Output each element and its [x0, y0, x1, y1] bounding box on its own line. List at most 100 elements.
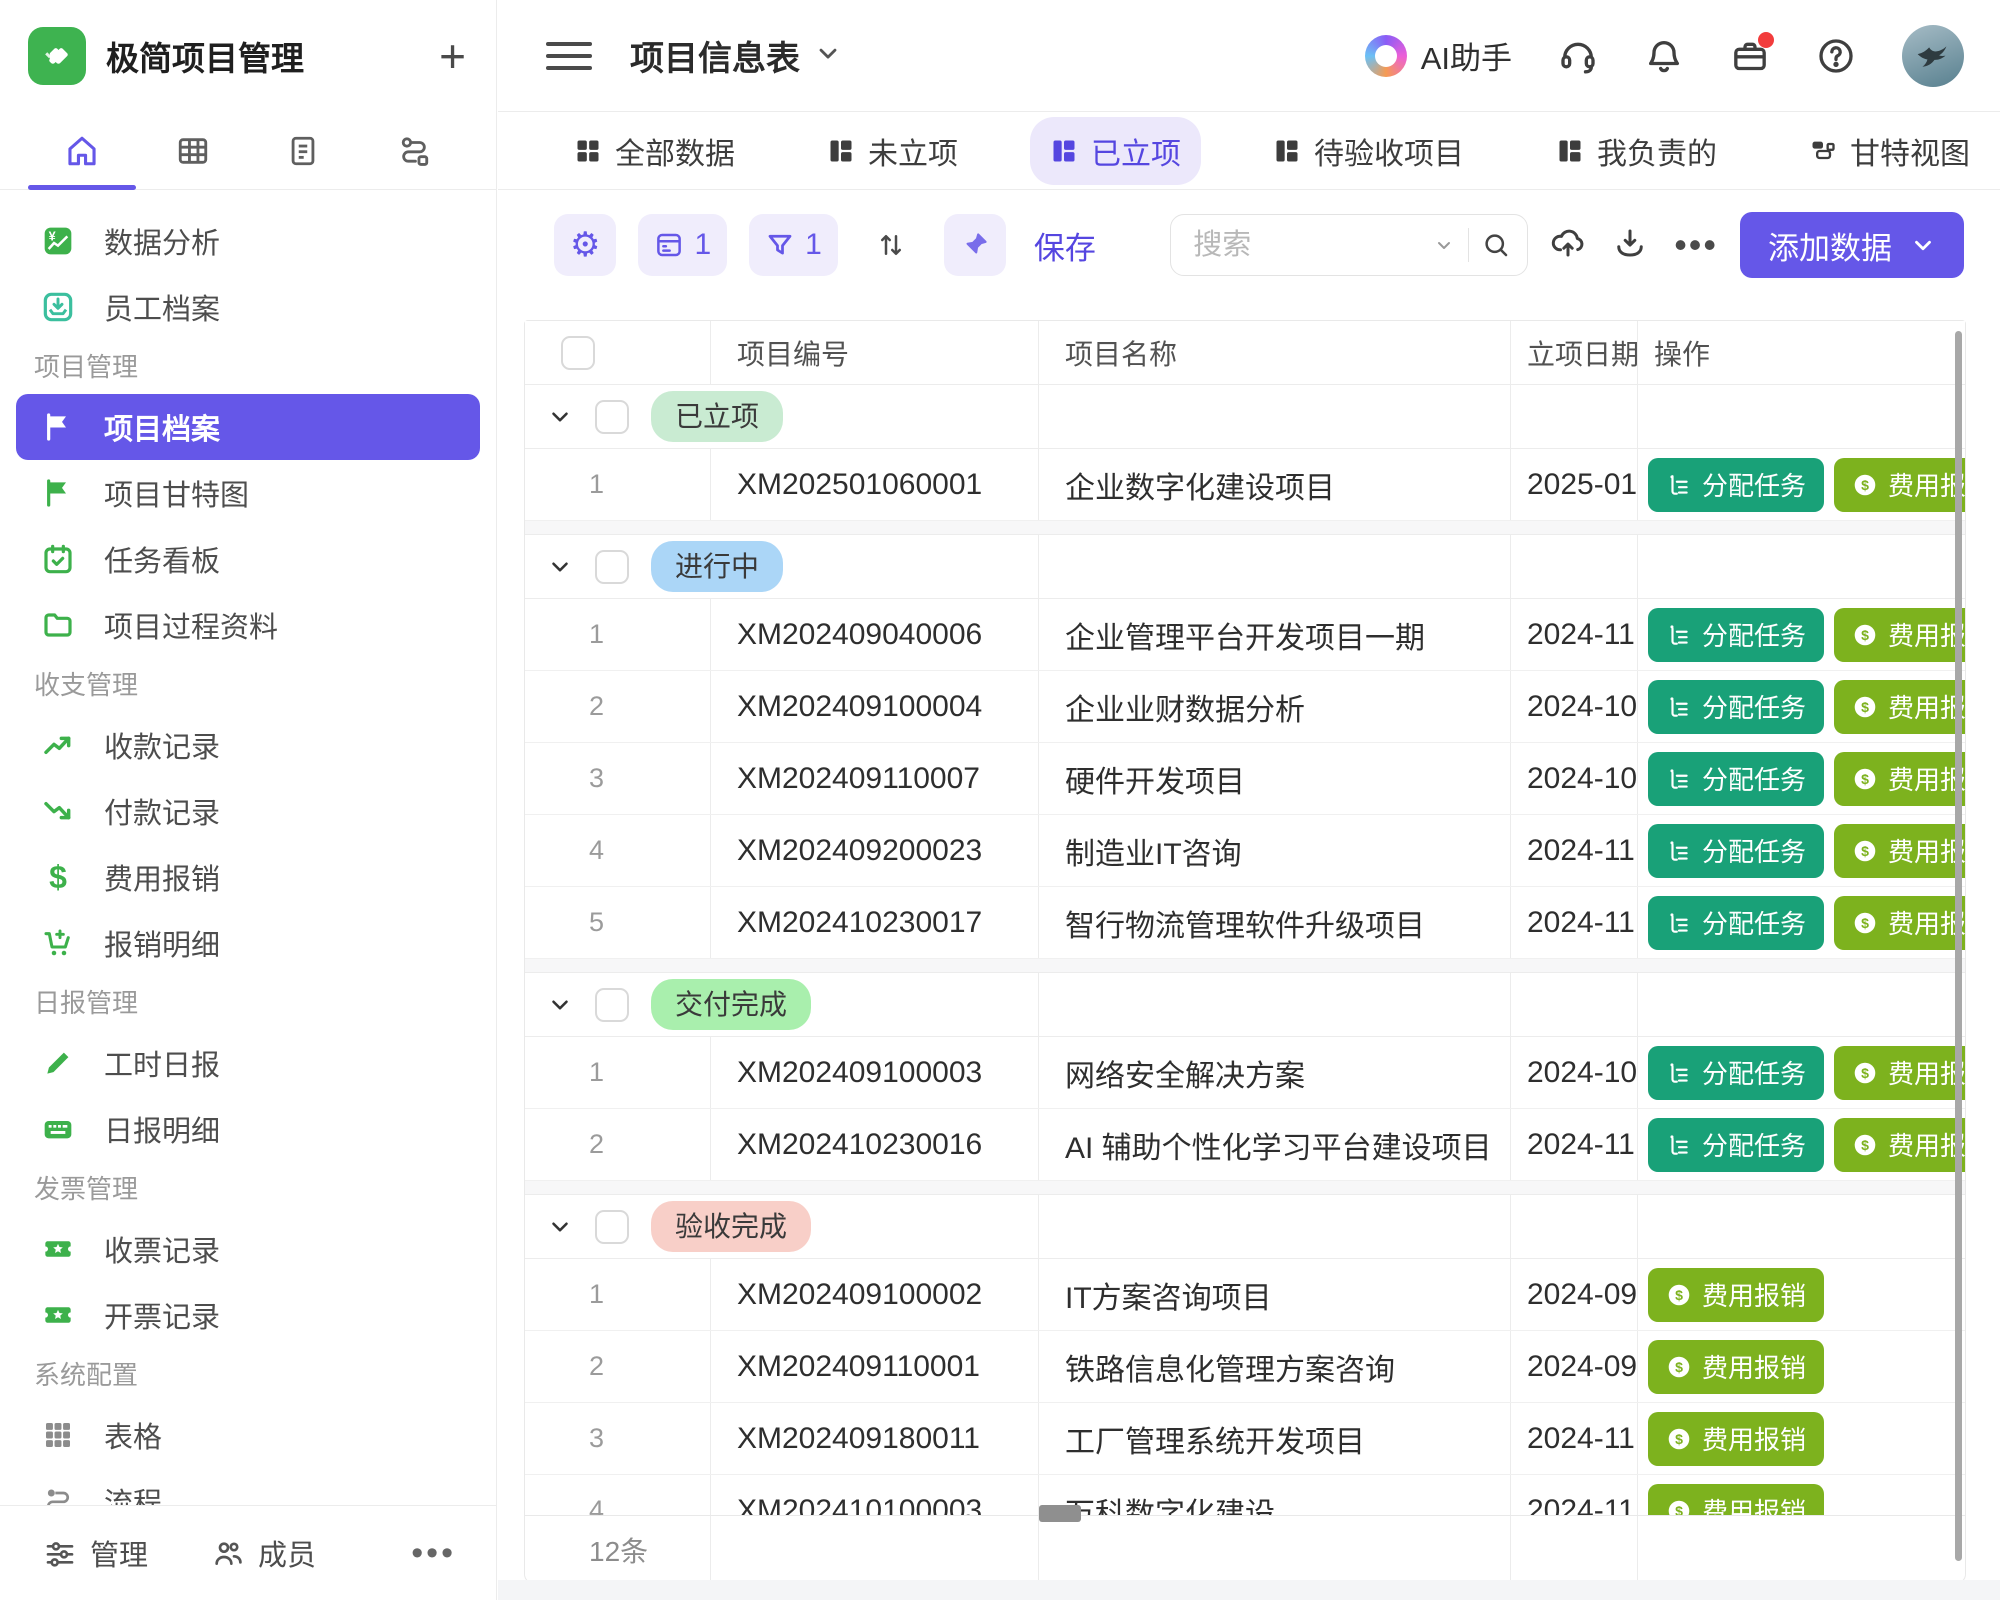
members-button[interactable]: 成员 [212, 1532, 316, 1574]
view-tab-pending-acceptance[interactable]: 待验收项目 [1253, 117, 1484, 185]
group-checkbox[interactable] [595, 988, 629, 1022]
assign-task-button[interactable]: 分配任务 [1648, 896, 1824, 950]
vertical-scrollbar[interactable] [1955, 331, 1962, 1561]
help-icon[interactable] [1816, 36, 1856, 76]
view-tab-all-data[interactable]: 全部数据 [554, 117, 755, 185]
sidebar-item-label: 费用报销 [104, 856, 220, 898]
table-row[interactable]: 2 XM202410230016 AI 辅助个性化学习平台建设项目 2024-1… [525, 1109, 1965, 1181]
view-tab-gantt[interactable]: 甘特视图 [1789, 117, 1990, 185]
sidebar-item-reimbursement-details[interactable]: 报销明细 [16, 910, 480, 976]
group-checkbox[interactable] [595, 550, 629, 584]
group-header-row: 已立项 [525, 385, 1965, 449]
table-row[interactable]: 3 XM202409180011 工厂管理系统开发项目 2024-11 $费用报… [525, 1403, 1965, 1475]
manage-button[interactable]: 管理 [44, 1532, 148, 1574]
assign-task-button[interactable]: 分配任务 [1648, 1118, 1824, 1172]
table-row[interactable]: 4 XM202410100003 万科数字化建设 2024-11 $费用报销 [525, 1475, 1965, 1515]
notifications-bell-icon[interactable] [1644, 36, 1684, 76]
table-row[interactable]: 1 XM202501060001 企业数字化建设项目 2025-01 分配任务 … [525, 449, 1965, 521]
assign-task-button[interactable]: 分配任务 [1648, 680, 1824, 734]
table-row[interactable]: 1 XM202409100003 网络安全解决方案 2024-10 分配任务 $… [525, 1037, 1965, 1109]
tab-documents[interactable] [283, 131, 323, 171]
sidebar-item-project-gantt[interactable]: 项目甘特图 [16, 460, 480, 526]
sidebar-item-daily-report-details[interactable]: 日报明细 [16, 1096, 480, 1162]
sidebar-item-employee-files[interactable]: 员工档案 [16, 274, 480, 340]
collapse-chevron-icon[interactable] [547, 1214, 573, 1240]
expense-button[interactable]: $费用报销 [1648, 1268, 1824, 1322]
sidebar-item-label: 表格 [104, 1414, 162, 1456]
table-row[interactable]: 1 XM202409040006 企业管理平台开发项目一期 2024-11 分配… [525, 599, 1965, 671]
expense-button[interactable]: $费用报销 [1834, 896, 1965, 950]
group-checkbox[interactable] [595, 1210, 629, 1244]
sidebar-item-expense-reimbursement[interactable]: $ 费用报销 [16, 844, 480, 910]
table-row[interactable]: 2 XM202409110001 铁路信息化管理方案咨询 2024-09 $费用… [525, 1331, 1965, 1403]
expense-button[interactable]: $费用报销 [1834, 824, 1965, 878]
expense-label: 费用报销 [1888, 1054, 1965, 1091]
expense-button[interactable]: $费用报销 [1648, 1484, 1824, 1516]
sidebar-more-icon[interactable]: ••• [411, 1534, 456, 1573]
assign-task-button[interactable]: 分配任务 [1648, 1046, 1824, 1100]
save-button[interactable]: 保存 [1034, 223, 1096, 268]
settings-button[interactable]: ⚙ [554, 214, 616, 276]
export-download-icon[interactable] [1612, 225, 1652, 265]
search-input[interactable] [1193, 229, 1420, 262]
sidebar-item-timesheet-daily[interactable]: 工时日报 [16, 1030, 480, 1096]
field-config-button[interactable]: 1 [638, 214, 727, 276]
collapse-chevron-icon[interactable] [547, 992, 573, 1018]
expense-button[interactable]: $费用报销 [1834, 1118, 1965, 1172]
sidebar-item-workflow[interactable]: 流程 [16, 1468, 480, 1505]
table-row[interactable]: 2 XM202409100004 企业业财数据分析 2024-10 分配任务 $… [525, 671, 1965, 743]
table-row[interactable]: 5 XM202410230017 智行物流管理软件升级项目 2024-11 分配… [525, 887, 1965, 959]
sidebar-item-receipts[interactable]: 收款记录 [16, 712, 480, 778]
expense-button[interactable]: $费用报销 [1834, 752, 1965, 806]
more-actions-icon[interactable]: ••• [1674, 224, 1718, 266]
view-tab-my-responsibility[interactable]: 我负责的 [1536, 117, 1737, 185]
sidebar-item-tables[interactable]: 表格 [16, 1402, 480, 1468]
expense-button[interactable]: $费用报销 [1834, 680, 1965, 734]
select-all-checkbox[interactable] [561, 336, 595, 370]
pin-button[interactable] [944, 214, 1006, 276]
table-row[interactable]: 4 XM202409200023 制造业IT咨询 2024-11 分配任务 $费… [525, 815, 1965, 887]
tab-workflow[interactable] [394, 131, 434, 171]
project-name: 硬件开发项目 [1039, 743, 1511, 814]
expense-button[interactable]: $费用报销 [1834, 458, 1965, 512]
add-workspace-icon[interactable]: + [439, 33, 466, 79]
headset-support-icon[interactable] [1558, 36, 1598, 76]
group-checkbox[interactable] [595, 400, 629, 434]
sidebar-item-invoice-issued[interactable]: 开票记录 [16, 1282, 480, 1348]
title-chevron-down-icon[interactable] [814, 39, 842, 72]
expense-button[interactable]: $费用报销 [1834, 608, 1965, 662]
sidebar-item-data-analysis[interactable]: ¥ 数据分析 [16, 208, 480, 274]
tab-home[interactable] [62, 131, 102, 171]
assign-task-button[interactable]: 分配任务 [1648, 608, 1824, 662]
assign-task-button[interactable]: 分配任务 [1648, 824, 1824, 878]
search-icon[interactable] [1481, 230, 1511, 260]
add-data-button[interactable]: 添加数据 [1740, 212, 1964, 278]
table-row[interactable]: 3 XM202409110007 硬件开发项目 2024-10 分配任务 $费用… [525, 743, 1965, 815]
sidebar-item-task-board[interactable]: 任务看板 [16, 526, 480, 592]
sidebar-item-project-process-docs[interactable]: 项目过程资料 [16, 592, 480, 658]
collapse-chevron-icon[interactable] [547, 554, 573, 580]
assign-task-button[interactable]: 分配任务 [1648, 752, 1824, 806]
expense-button[interactable]: $费用报销 [1648, 1412, 1824, 1466]
tab-tables[interactable] [173, 131, 213, 171]
sidebar-item-project-files[interactable]: 项目档案 [16, 394, 480, 460]
table-row[interactable]: 1 XM202409100002 IT方案咨询项目 2024-09 $费用报销 [525, 1259, 1965, 1331]
menu-icon[interactable] [546, 39, 592, 73]
user-avatar[interactable] [1902, 25, 1964, 87]
expense-button[interactable]: $费用报销 [1648, 1340, 1824, 1394]
ai-assistant-button[interactable]: AI助手 [1365, 33, 1512, 78]
collapse-chevron-icon[interactable] [547, 404, 573, 430]
assign-task-button[interactable]: 分配任务 [1648, 458, 1824, 512]
sidebar-item-payments[interactable]: 付款记录 [16, 778, 480, 844]
sidebar-item-invoice-received[interactable]: 收票记录 [16, 1216, 480, 1282]
expense-button[interactable]: $费用报销 [1834, 1046, 1965, 1100]
view-tab-not-initiated[interactable]: 未立项 [807, 117, 978, 185]
filter-button[interactable]: 1 [749, 214, 838, 276]
sort-button[interactable] [860, 214, 922, 276]
search-chevron-down-icon[interactable] [1432, 233, 1456, 257]
view-tab-initiated[interactable]: 已立项 [1030, 117, 1201, 185]
import-upload-icon[interactable] [1550, 225, 1590, 265]
horizontal-scrollbar[interactable] [1039, 1505, 1081, 1522]
svg-text:$: $ [1675, 1286, 1683, 1302]
workspace-briefcase-icon[interactable] [1730, 36, 1770, 76]
